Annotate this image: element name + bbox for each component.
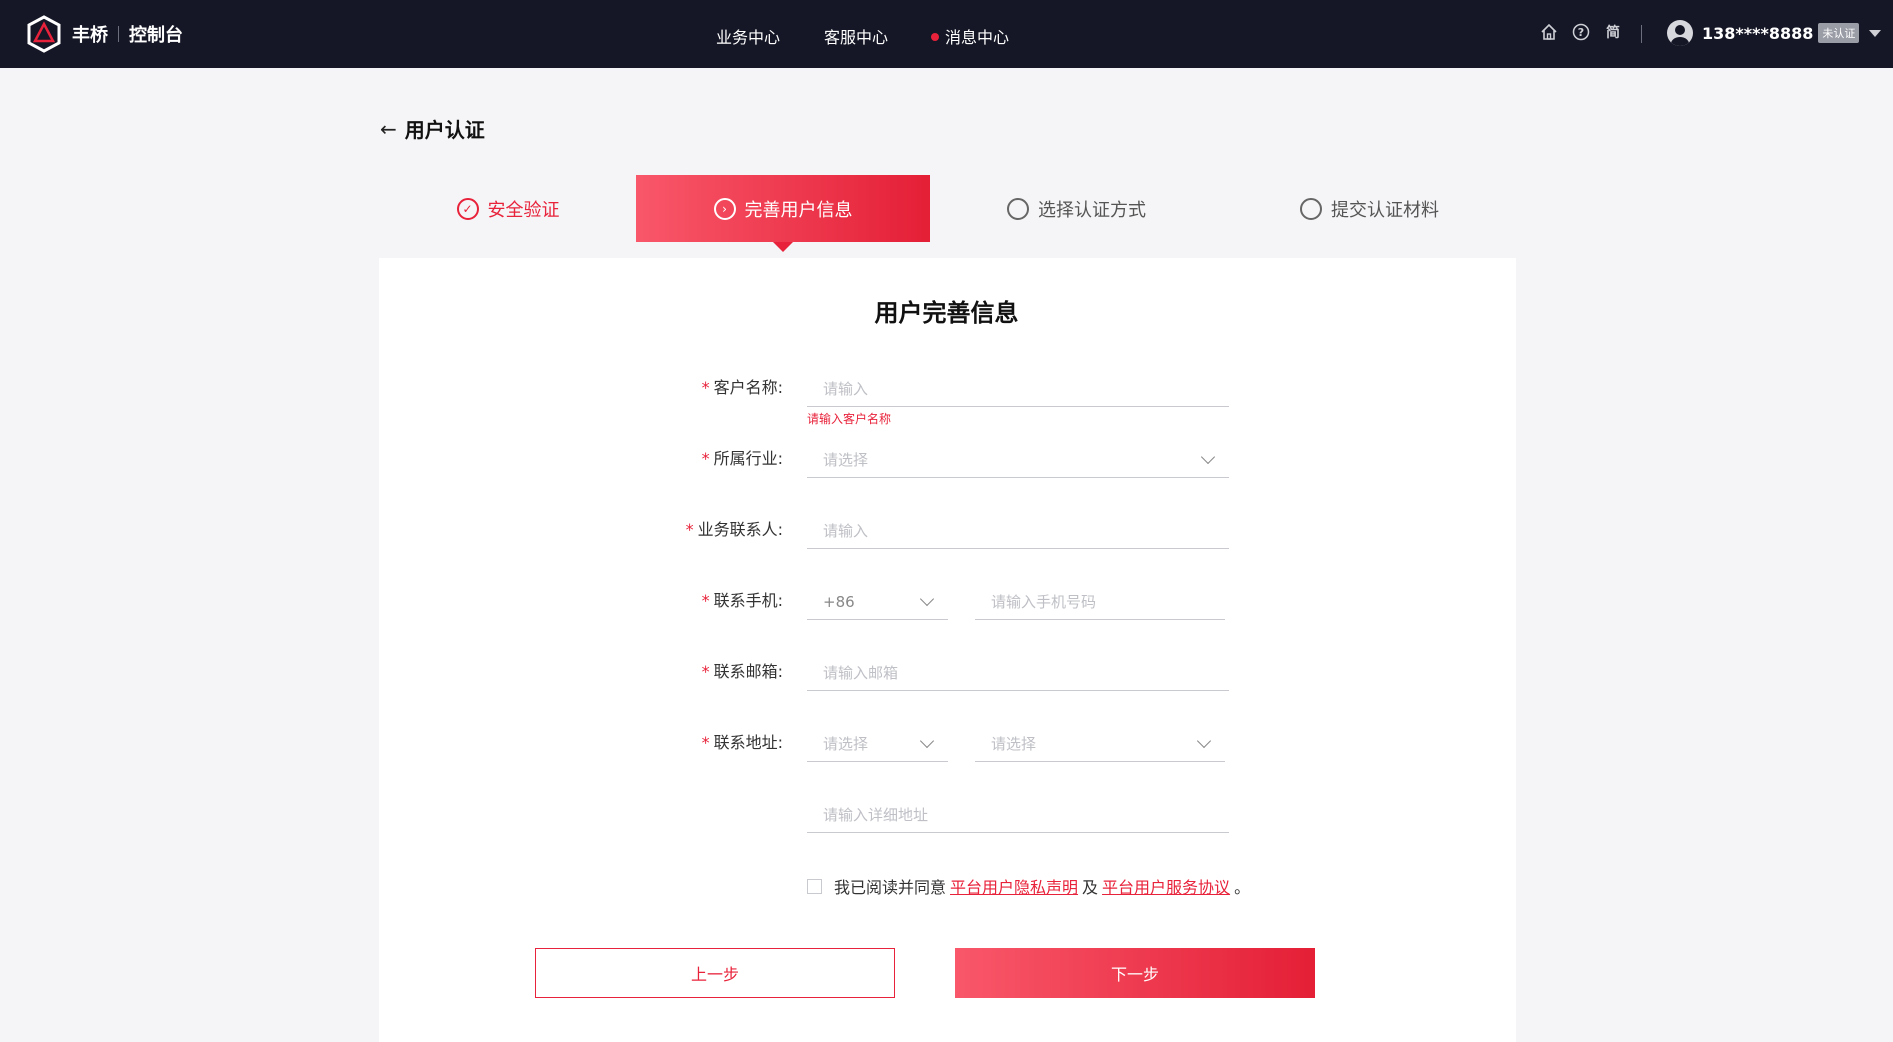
chevron-down-icon bbox=[1200, 449, 1216, 464]
city-select-value: 请选择 bbox=[991, 735, 1037, 753]
agreement-prefix: 我已阅读并同意 bbox=[834, 878, 947, 897]
chevron-down-icon bbox=[1869, 29, 1882, 37]
back-button[interactable]: ← 用户认证 bbox=[380, 114, 485, 143]
agreement-checkbox[interactable] bbox=[807, 878, 822, 894]
home-icon[interactable] bbox=[1540, 23, 1558, 41]
phone-field[interactable] bbox=[975, 584, 1225, 620]
agreement-suffix: 。 bbox=[1234, 878, 1251, 897]
user-phone: 138****8888 bbox=[1702, 23, 1814, 43]
page-title: 用户认证 bbox=[404, 118, 485, 142]
logo[interactable]: 丰桥 控制台 bbox=[26, 15, 183, 53]
step-label: 选择认证方式 bbox=[1038, 199, 1146, 221]
step-label: 安全验证 bbox=[487, 199, 560, 221]
step-progress: ✓ 安全验证 › 完善用户信息 选择认证方式 提交认证材料 bbox=[380, 175, 1516, 252]
user-menu[interactable]: 138****8888 未认证 bbox=[1667, 20, 1882, 46]
phone-label: * 联系手机: bbox=[701, 591, 783, 610]
contact-person-label: * 业务联系人: bbox=[685, 520, 783, 539]
agreement-row: 我已阅读并同意 平台用户隐私声明 及 平台用户服务协议 。 bbox=[807, 874, 1250, 898]
unread-dot bbox=[931, 32, 939, 41]
verification-status-badge: 未认证 bbox=[1818, 23, 1860, 43]
customer-name-input[interactable] bbox=[823, 379, 1229, 398]
avatar bbox=[1667, 20, 1693, 46]
previous-step-button[interactable]: 上一步 bbox=[535, 948, 895, 998]
phone-input[interactable] bbox=[991, 592, 1225, 611]
province-select[interactable]: 请选择 bbox=[807, 726, 948, 762]
step-select-auth-method[interactable]: 选择认证方式 bbox=[930, 175, 1223, 242]
language-icon[interactable]: 简 bbox=[1604, 23, 1622, 41]
industry-label: * 所属行业: bbox=[701, 449, 783, 468]
next-step-button[interactable]: 下一步 bbox=[955, 948, 1315, 998]
email-label: * 联系邮箱: bbox=[701, 662, 783, 681]
check-circle-icon: ✓ bbox=[456, 197, 479, 220]
country-code-select[interactable]: +86 bbox=[807, 584, 948, 620]
top-divider bbox=[1641, 25, 1642, 43]
step-submit-materials[interactable]: 提交认证材料 bbox=[1223, 175, 1516, 242]
chevron-down-icon bbox=[919, 591, 935, 606]
top-navigation-bar: 丰桥 控制台 业务中心 客服中心 消息中心 ? 简 138****8888 未认… bbox=[0, 0, 1893, 68]
chevron-down-icon bbox=[919, 733, 935, 748]
form-title: 用户完善信息 bbox=[874, 299, 1019, 327]
empty-circle-icon bbox=[1300, 197, 1322, 220]
chevron-right-circle-icon: › bbox=[713, 197, 736, 220]
email-input[interactable] bbox=[823, 663, 1229, 682]
arrow-left-icon: ← bbox=[380, 116, 397, 141]
privacy-policy-link[interactable]: 平台用户隐私声明 bbox=[950, 874, 1078, 898]
chevron-down-icon bbox=[1196, 733, 1212, 748]
step-security-verification[interactable]: ✓ 安全验证 bbox=[380, 175, 636, 242]
agreement-conjunction: 及 bbox=[1082, 878, 1099, 897]
email-field[interactable] bbox=[807, 655, 1229, 691]
contact-person-input[interactable] bbox=[823, 521, 1229, 540]
brand-logo-icon bbox=[27, 15, 61, 53]
step-label: 完善用户信息 bbox=[744, 199, 853, 221]
industry-select[interactable]: 请选择 bbox=[807, 442, 1229, 478]
help-icon[interactable]: ? bbox=[1572, 23, 1590, 41]
brand-name: 丰桥 bbox=[72, 25, 108, 46]
console-title: 控制台 bbox=[129, 25, 183, 46]
nav-message-center-label: 消息中心 bbox=[945, 28, 1010, 47]
top-icon-group: ? 简 bbox=[1540, 23, 1622, 41]
nav-business-center[interactable]: 业务中心 bbox=[716, 24, 780, 48]
address-detail-input[interactable] bbox=[823, 805, 1229, 824]
brand-divider bbox=[118, 26, 119, 42]
nav-message-center[interactable]: 消息中心 bbox=[931, 24, 1009, 48]
address-detail-field[interactable] bbox=[807, 797, 1229, 833]
customer-name-label: * 客户名称: bbox=[701, 378, 783, 397]
nav-customer-service[interactable]: 客服中心 bbox=[824, 24, 888, 48]
contact-person-field[interactable] bbox=[807, 513, 1229, 549]
industry-select-value: 请选择 bbox=[823, 451, 869, 469]
city-select[interactable]: 请选择 bbox=[975, 726, 1225, 762]
svg-text:?: ? bbox=[1578, 26, 1584, 39]
service-agreement-link[interactable]: 平台用户服务协议 bbox=[1102, 874, 1230, 898]
customer-name-error: 请输入客户名称 bbox=[807, 412, 892, 426]
province-select-value: 请选择 bbox=[823, 735, 869, 753]
address-label: * 联系地址: bbox=[701, 733, 783, 752]
empty-circle-icon bbox=[1007, 197, 1029, 220]
step-complete-user-info[interactable]: › 完善用户信息 bbox=[636, 175, 930, 252]
country-code-value: +86 bbox=[823, 592, 855, 611]
step-label: 提交认证材料 bbox=[1331, 199, 1439, 221]
customer-name-field[interactable] bbox=[807, 371, 1229, 407]
